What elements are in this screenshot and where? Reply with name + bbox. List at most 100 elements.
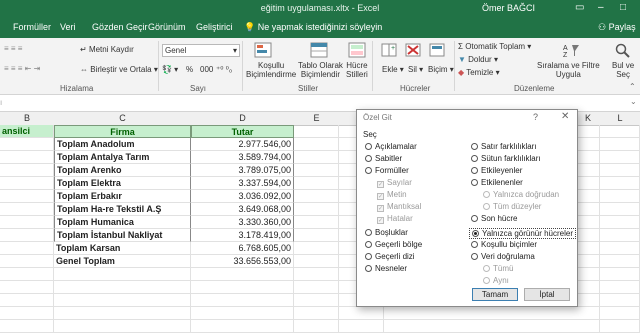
firma-cell[interactable]: Toplam Karsan [54,242,191,255]
cell[interactable] [0,242,54,255]
cell[interactable] [576,229,600,242]
cell[interactable] [294,151,339,164]
header-cell-b[interactable]: ansilci [0,125,54,138]
go-to-special-dialog[interactable]: Özel Git ? ✕ Seç Açıklamalar Sabitler Form… [356,109,578,307]
cell[interactable] [294,164,339,177]
tutar-cell[interactable]: 2.977.546,00 [191,138,294,151]
cell[interactable] [600,138,640,151]
cell[interactable] [384,320,600,333]
cell[interactable] [294,216,339,229]
cell[interactable] [294,320,339,333]
cell[interactable] [294,229,339,242]
option-right-6[interactable]: Son hücre [471,214,517,223]
decimal-buttons[interactable]: ⁺⁰ ⁰₀ [216,65,232,74]
column-header-b[interactable]: B [0,112,55,126]
restore-ribbon-icon[interactable]: ▭ [575,2,584,13]
column-header-e[interactable]: E [294,112,340,126]
option-left-8[interactable]: Geçerli bölge [365,240,422,249]
cell[interactable] [600,320,640,333]
number-format-select[interactable]: Genel ▾ [162,44,240,57]
merge-center-button[interactable]: ⇔ Birleştir ve Ortala ▾ [80,65,158,74]
cell[interactable] [339,307,384,320]
tab-review[interactable]: Gözden Geçir [92,22,148,32]
option-right-8[interactable]: Koşullu biçimler [471,240,537,249]
cell[interactable] [294,242,339,255]
firma-cell[interactable]: Toplam İstanbul Nakliyat [54,229,191,242]
cell[interactable] [294,125,339,138]
cell[interactable] [54,294,191,307]
firma-cell[interactable]: Toplam Elektra [54,177,191,190]
cell[interactable] [294,294,339,307]
cell[interactable] [576,307,600,320]
cell[interactable] [0,216,54,229]
cell[interactable] [600,177,640,190]
firma-cell[interactable]: Toplam Ha-re Tekstil A.Ş [54,203,191,216]
tab-formulas[interactable]: Formüller [13,22,51,32]
tutar-cell[interactable]: 3.036.092,00 [191,190,294,203]
cell[interactable] [600,294,640,307]
column-header-l[interactable]: L [600,112,640,126]
cell[interactable] [0,177,54,190]
delete-button[interactable]: Sil ▾ [408,65,423,74]
cell[interactable] [600,255,640,268]
cell[interactable] [576,151,600,164]
ok-button[interactable]: Tamam [472,288,518,301]
cell[interactable] [600,151,640,164]
cell[interactable] [600,268,640,281]
tutar-cell[interactable]: 6.768.605,00 [191,242,294,255]
thousands-button[interactable]: 000 [200,65,213,74]
tab-developer[interactable]: Geliştirici [196,22,233,32]
cell[interactable] [294,281,339,294]
accounting-format-button[interactable]: 💱 ▾ [162,65,178,74]
cell[interactable] [576,281,600,294]
cell[interactable] [294,307,339,320]
cell[interactable] [0,307,54,320]
sort-filter-button[interactable]: Sıralama ve Filtre Uygula [537,61,600,79]
option-right-3[interactable]: Etkilenenler [471,178,523,187]
cell[interactable] [0,268,54,281]
cell[interactable] [294,190,339,203]
cell[interactable] [191,307,294,320]
cell[interactable] [294,268,339,281]
column-header-d[interactable]: D [191,112,295,126]
tutar-cell[interactable]: 3.337.594,00 [191,177,294,190]
option-left-1[interactable]: Sabitler [365,154,402,163]
tell-me-box[interactable]: 💡 Ne yapmak istediğinizi söyleyin [244,22,382,33]
cell[interactable] [0,164,54,177]
option-left-10[interactable]: Nesneler [365,264,407,273]
option-right-2[interactable]: Etkileyenler [471,166,522,175]
cell[interactable] [294,177,339,190]
firma-cell[interactable]: Toplam Humanica [54,216,191,229]
option-left-7[interactable]: Boşluklar [365,228,408,237]
firma-cell[interactable]: Toplam Anadolum [54,138,191,151]
tutar-cell[interactable]: 33.656.553,00 [191,255,294,268]
cell[interactable] [600,203,640,216]
option-right-7[interactable]: Yalnızca görünür hücreler [469,228,577,239]
cell[interactable] [294,203,339,216]
fill-button[interactable]: ▼ Doldur ▾ [458,55,498,64]
cell[interactable] [576,177,600,190]
format-button[interactable]: Biçim ▾ [428,65,454,74]
cell[interactable] [0,203,54,216]
cell[interactable] [576,242,600,255]
cell[interactable] [191,294,294,307]
cell-styles-button[interactable]: Hücre Stilleri [346,61,368,79]
cell[interactable] [0,151,54,164]
cell[interactable] [0,190,54,203]
cell[interactable] [600,216,640,229]
cell[interactable] [339,320,384,333]
firma-cell[interactable]: Toplam Erbakır [54,190,191,203]
cell[interactable] [576,203,600,216]
cell[interactable] [600,242,640,255]
autosum-button[interactable]: Σ Otomatik Toplam ▾ [458,42,531,51]
cell[interactable] [600,164,640,177]
cell[interactable] [576,294,600,307]
header-cell-tutar[interactable]: Tutar [191,125,294,138]
firma-cell[interactable]: Toplam Antalya Tarım [54,151,191,164]
align-icons[interactable]: ≡ ≡ ≡ [4,44,22,53]
option-left-9[interactable]: Geçerli dizi [365,252,415,261]
cell[interactable] [576,255,600,268]
cell[interactable] [0,138,54,151]
column-header-k[interactable]: K [576,112,601,126]
tutar-cell[interactable]: 3.330.360,00 [191,216,294,229]
